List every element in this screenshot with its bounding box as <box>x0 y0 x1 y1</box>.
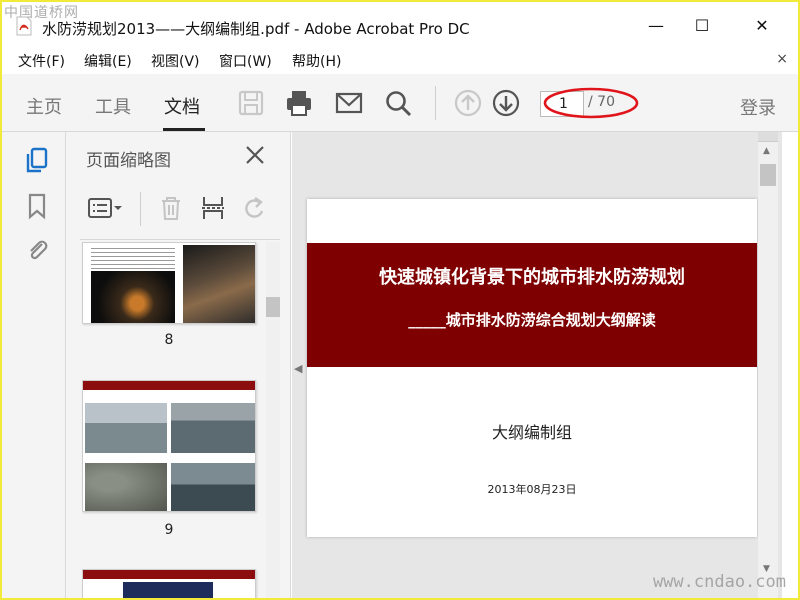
thumbnail-photo <box>85 403 167 453</box>
pdf-file-icon <box>16 16 32 36</box>
collapse-left-icon[interactable]: ◀ <box>294 362 302 375</box>
thumbnail-photo <box>183 245 255 323</box>
thumbnail-photo <box>171 463 255 511</box>
minimize-button[interactable]: — <box>644 14 668 38</box>
thumbnail-banner <box>83 381 255 390</box>
acrobat-window: 中国道桥网 水防涝规划2013——大纲编制组.pdf - Adobe Acrob… <box>0 0 800 600</box>
thumbnail-text-lines <box>91 245 175 271</box>
document-title: 快速城镇化背景下的城市排水防涝规划 <box>379 267 685 288</box>
thumbnail-banner <box>83 570 255 579</box>
login-link[interactable]: 登录 <box>740 94 776 120</box>
document-scroll-thumb[interactable] <box>760 164 776 186</box>
thumbnail-photo <box>171 403 255 453</box>
email-icon[interactable] <box>334 88 364 118</box>
menu-view[interactable]: 视图(V) <box>151 51 200 71</box>
search-icon[interactable] <box>383 88 413 118</box>
document-scrollbar[interactable]: ▲ ▼ <box>758 132 778 598</box>
options-menu-icon[interactable] <box>86 194 124 222</box>
panel-title: 页面缩略图 <box>86 151 171 171</box>
close-icon[interactable] <box>244 144 266 166</box>
thumbnail-photo <box>91 271 175 323</box>
thumbnail-page[interactable] <box>82 569 256 598</box>
menu-edit[interactable]: 编辑(E) <box>84 51 132 71</box>
document-date: 2013年08月23日 <box>487 483 577 496</box>
attachment-icon[interactable] <box>24 236 50 264</box>
bookmark-icon[interactable] <box>24 192 50 220</box>
toolbar-separator <box>435 86 436 120</box>
thumbnail-page[interactable] <box>82 380 256 512</box>
menu-close-icon[interactable]: × <box>776 51 788 67</box>
scrollbar-tab <box>758 132 778 142</box>
navigation-rail <box>2 132 66 598</box>
tool-separator <box>140 192 141 226</box>
thumbnail-scrollbar[interactable] <box>266 242 280 598</box>
page-up-icon[interactable] <box>453 88 483 118</box>
thumbnails-panel: 页面缩略图 8 9 <box>66 132 291 598</box>
watermark-bottom: www.cndao.com <box>652 572 786 592</box>
thumbnail-list: 8 9 <box>66 242 291 598</box>
thumbnail-label: 8 <box>164 332 174 348</box>
author-group: 大纲编制组 <box>491 423 572 442</box>
menu-window[interactable]: 窗口(W) <box>219 51 272 71</box>
document-view: ◀ 快速城镇化背景下的城市排水防涝规划 _____城市排水防涝综合规划大纲解读 … <box>292 132 782 598</box>
delete-icon[interactable] <box>156 194 186 222</box>
thumbnail-page[interactable] <box>82 242 256 324</box>
thumbnail-toolbar <box>80 182 280 240</box>
title-banner: 快速城镇化背景下的城市排水防涝规划 _____城市排水防涝综合规划大纲解读 <box>307 243 757 367</box>
close-button[interactable]: ✕ <box>750 14 774 38</box>
menu-file[interactable]: 文件(F) <box>18 51 65 71</box>
main-toolbar: 主页 工具 文档 1 / 70 登录 <box>2 74 798 132</box>
thumbnail-label: 9 <box>164 522 174 538</box>
document-subtitle: _____城市排水防涝综合规划大纲解读 <box>408 311 656 329</box>
page-down-icon[interactable] <box>491 88 521 118</box>
thumbnail-photo <box>85 463 167 511</box>
tab-tools[interactable]: 工具 <box>95 93 131 119</box>
print-icon[interactable] <box>284 88 314 118</box>
menu-bar: 文件(F) 编辑(E) 视图(V) 窗口(W) 帮助(H) × <box>2 48 798 72</box>
active-tab-indicator <box>163 128 205 131</box>
rotate-icon[interactable] <box>240 194 270 222</box>
extract-icon[interactable] <box>198 194 228 222</box>
red-annotation-ellipse <box>543 87 639 119</box>
window-title: 水防涝规划2013——大纲编制组.pdf - Adobe Acrobat Pro… <box>42 20 470 38</box>
tab-home[interactable]: 主页 <box>26 93 62 119</box>
pdf-page: 快速城镇化背景下的城市排水防涝规划 _____城市排水防涝综合规划大纲解读 大纲… <box>307 199 757 537</box>
thumbnail-scroll-thumb[interactable] <box>266 297 280 317</box>
maximize-button[interactable]: ☐ <box>690 14 714 38</box>
tab-document[interactable]: 文档 <box>164 93 200 119</box>
title-bar: 中国道桥网 水防涝规划2013——大纲编制组.pdf - Adobe Acrob… <box>2 2 798 44</box>
scroll-up-arrow-icon[interactable]: ▲ <box>763 146 770 156</box>
menu-help[interactable]: 帮助(H) <box>292 51 341 71</box>
thumbnail-photo <box>123 582 213 598</box>
save-icon[interactable] <box>236 88 266 118</box>
page-thumbnails-icon[interactable] <box>24 146 50 174</box>
